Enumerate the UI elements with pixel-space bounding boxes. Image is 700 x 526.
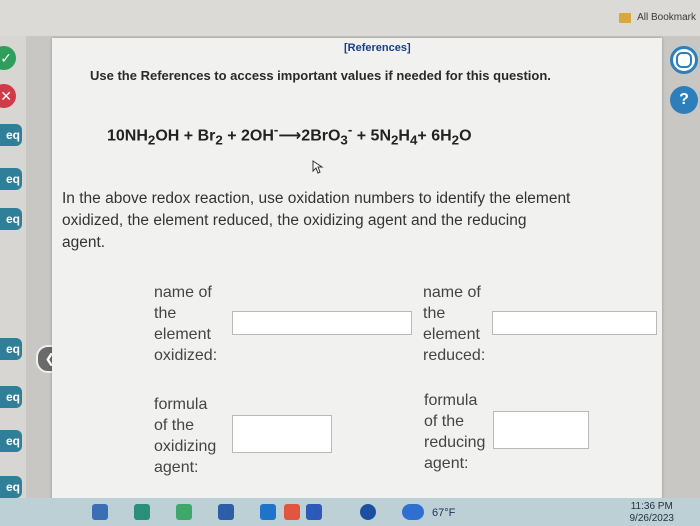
element-reduced-input[interactable] (492, 311, 657, 335)
help-button[interactable]: ? (670, 86, 698, 114)
rail-item-3[interactable]: eq (0, 208, 22, 230)
circle-icon (676, 52, 692, 68)
oxidizing-agent-input[interactable] (232, 415, 332, 453)
taskbar-app-icon[interactable] (92, 504, 108, 520)
element-reduced-label: name of the element reduced: (423, 284, 486, 364)
taskbar: 67°F 11:36 PM 9/26/2023 (0, 498, 700, 526)
rail-item-4[interactable]: eq (0, 338, 22, 360)
clock-time: 11:36 PM (630, 501, 673, 512)
rail-item-7[interactable]: eq (0, 476, 22, 498)
rail-item-1[interactable]: eq (0, 124, 22, 146)
reducing-agent-label: formula of the reducing agent: (424, 392, 486, 472)
reducing-agent-input[interactable] (493, 411, 589, 449)
clock[interactable]: 11:36 PM 9/26/2023 (630, 501, 675, 525)
question-nav-rail: ✓ ✕ eq eq eq eq eq eq eq (0, 36, 26, 516)
browser-bookmarks-bar: All Bookmark (0, 0, 700, 36)
question-panel: [References] Use the References to acces… (52, 38, 662, 510)
question-text: In the above redox reaction, use oxidati… (62, 190, 571, 251)
word-icon[interactable] (306, 504, 322, 520)
completed-icon[interactable]: ✓ (0, 46, 16, 70)
oxidizing-agent-label: formula of the oxidizing agent: (154, 396, 217, 476)
all-bookmarks[interactable]: All Bookmark (619, 12, 696, 23)
toggle-button[interactable] (670, 46, 698, 74)
all-bookmarks-label: All Bookmark (637, 12, 696, 23)
question-mark-icon: ? (679, 91, 689, 108)
mouse-cursor-icon (312, 160, 324, 174)
references-link[interactable]: [References] (344, 42, 411, 54)
rail-item-5[interactable]: eq (0, 386, 22, 408)
element-oxidized-label: name of the element oxidized: (154, 284, 218, 364)
taskbar-app-icon[interactable] (176, 504, 192, 520)
taskbar-app-icon[interactable] (134, 504, 150, 520)
instruction-text: Use the References to access important v… (90, 68, 551, 83)
taskbar-app-icon[interactable] (218, 504, 234, 520)
folder-icon (619, 12, 632, 23)
help-icon[interactable] (360, 504, 376, 520)
rail-item-2[interactable]: eq (0, 168, 22, 190)
rail-item-6[interactable]: eq (0, 430, 22, 452)
weather-temperature[interactable]: 67°F (432, 507, 455, 519)
clock-date: 9/26/2023 (629, 513, 675, 524)
element-oxidized-input[interactable] (232, 311, 412, 335)
redox-equation: 10NH2OH + Br2 + 2OH-⟶2BrO3- + 5N2H4+ 6H2… (107, 122, 472, 148)
chrome-icon[interactable] (284, 504, 300, 520)
incorrect-icon[interactable]: ✕ (0, 84, 16, 108)
taskbar-app-icon[interactable] (260, 504, 276, 520)
weather-icon (402, 504, 424, 520)
